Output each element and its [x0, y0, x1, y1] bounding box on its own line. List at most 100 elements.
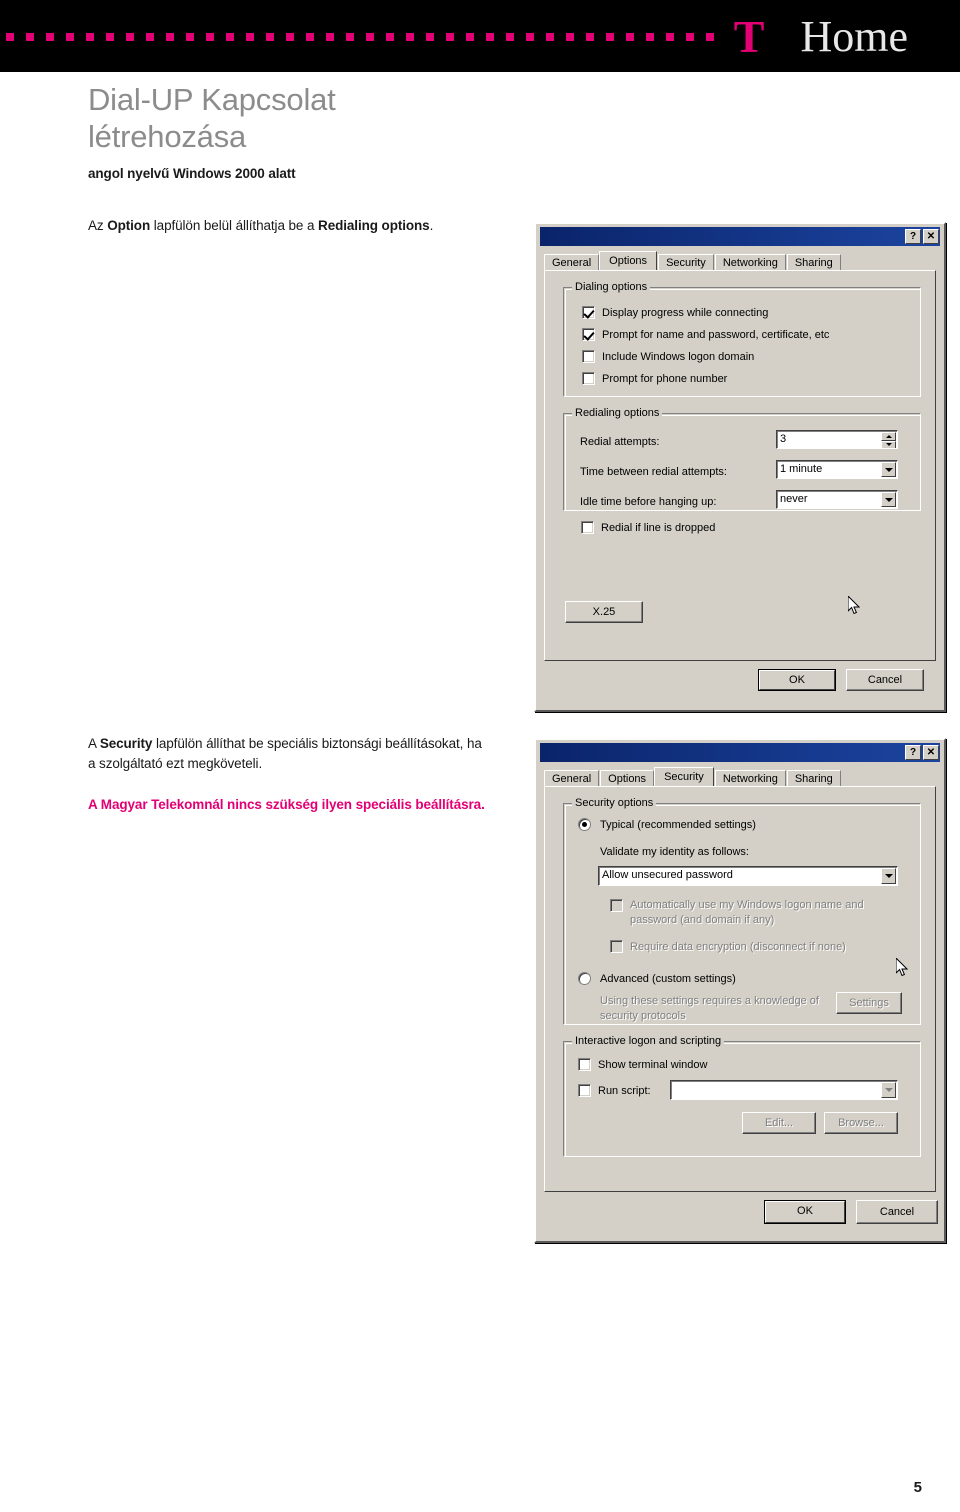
- close-icon[interactable]: ✕: [923, 229, 939, 244]
- t-home-logo: T Home: [725, 6, 916, 68]
- value-time-between-redial: 1 minute: [780, 463, 823, 475]
- select-run-script[interactable]: [670, 1080, 898, 1100]
- x25-button[interactable]: X.25: [565, 601, 643, 623]
- label-auto-logon: Automatically use my Windows logon name …: [630, 899, 864, 926]
- chevron-down-icon-validate[interactable]: [881, 868, 896, 884]
- checkbox-auto-logon[interactable]: [610, 899, 623, 912]
- checkbox-prompt-name-password[interactable]: [582, 328, 595, 341]
- label-prompt-name-password: Prompt for name and password, certificat…: [602, 329, 830, 341]
- p1-end: .: [429, 218, 434, 233]
- checkbox-require-encryption[interactable]: [610, 940, 623, 953]
- options-dialog-tabstrip[interactable]: General Options Security Networking Shar…: [544, 251, 936, 270]
- tab-networking[interactable]: Networking: [714, 770, 786, 786]
- header-dot: [126, 33, 134, 41]
- paragraph-security-intro: A Security lapfülön állíthat be speciáli…: [88, 734, 488, 775]
- t-logo-icon: T: [733, 11, 765, 62]
- security-dialog-tabstrip[interactable]: General Options Security Networking Shar…: [544, 767, 936, 786]
- security-ok-button[interactable]: OK: [764, 1200, 846, 1224]
- chevron-down-icon[interactable]: [881, 462, 896, 477]
- select-validate-identity[interactable]: Allow unsecured password: [598, 866, 898, 886]
- header-dot: [166, 33, 174, 41]
- header-dot: [566, 33, 574, 41]
- p1-mid: lapfülön belül állíthatja be a: [150, 218, 319, 233]
- label-redial-if-dropped: Redial if line is dropped: [601, 522, 716, 534]
- page-title-line1: Dial-UP Kapcsolat: [88, 82, 336, 117]
- security-cancel-button[interactable]: Cancel: [856, 1200, 938, 1224]
- options-dialog[interactable]: ? ✕ General Options Security Networking …: [534, 222, 946, 712]
- checkbox-redial-if-dropped[interactable]: [581, 521, 594, 534]
- checkbox-run-script[interactable]: [578, 1084, 591, 1097]
- radio-typical-settings[interactable]: [578, 818, 591, 831]
- label-display-progress: Display progress while connecting: [602, 307, 769, 319]
- spinner-down-icon[interactable]: [881, 440, 896, 448]
- options-cancel-button[interactable]: Cancel: [846, 669, 924, 691]
- checkbox-include-logon-domain[interactable]: [582, 350, 595, 363]
- header-dot: [6, 33, 14, 41]
- p1-bold-redialing: Redialing options: [318, 218, 430, 233]
- help-icon[interactable]: ?: [905, 745, 921, 760]
- chevron-down-icon-script[interactable]: [881, 1082, 896, 1098]
- tab-sharing[interactable]: Sharing: [786, 770, 841, 786]
- header-dot: [486, 33, 494, 41]
- select-time-between-redial[interactable]: 1 minute: [776, 460, 898, 479]
- security-dialog[interactable]: ? ✕ General Options Security Networking …: [534, 738, 946, 1243]
- paragraph-telekom-note: A Magyar Telekomnál nincs szükség ilyen …: [88, 797, 485, 812]
- redialing-options-group: Redialing options Redial attempts: 3 Tim…: [563, 407, 921, 511]
- tab-security[interactable]: Security: [654, 767, 714, 786]
- settings-button[interactable]: Settings: [836, 992, 902, 1014]
- browse-script-button[interactable]: Browse...: [824, 1112, 898, 1134]
- tab-options[interactable]: Options: [600, 770, 655, 786]
- security-tab-page: Security options Typical (recommended se…: [544, 786, 936, 1192]
- header-dot: [86, 33, 94, 41]
- select-idle-time[interactable]: never: [776, 490, 898, 509]
- brand-header-bar: T Home: [0, 0, 960, 72]
- security-dialog-titlebar[interactable]: ? ✕: [540, 743, 940, 762]
- tab-security[interactable]: Security: [658, 254, 714, 270]
- label-prompt-phone-number: Prompt for phone number: [602, 373, 728, 385]
- input-redial-attempts[interactable]: 3: [776, 430, 898, 449]
- p2-pre: A: [88, 736, 100, 751]
- header-dot: [146, 33, 154, 41]
- header-dot: [266, 33, 274, 41]
- paragraph-options-intro: Az Option lapfülön belül állíthatja be a…: [88, 216, 518, 236]
- redial-attempts-spinner[interactable]: [881, 432, 896, 448]
- page-subtitle: angol nyelvű Windows 2000 alatt: [88, 166, 296, 181]
- close-icon[interactable]: ✕: [923, 745, 939, 760]
- options-ok-button[interactable]: OK: [758, 669, 836, 691]
- options-cancel-label: Cancel: [867, 674, 903, 686]
- edit-script-button[interactable]: Edit...: [742, 1112, 816, 1134]
- tab-general[interactable]: General: [544, 254, 600, 270]
- settings-button-label: Settings: [849, 997, 889, 1009]
- tab-general[interactable]: General: [544, 770, 600, 786]
- spinner-up-icon[interactable]: [881, 432, 896, 441]
- checkbox-prompt-phone-number[interactable]: [582, 372, 595, 385]
- mouse-cursor-2: [895, 956, 909, 977]
- tab-networking[interactable]: Networking: [714, 254, 786, 270]
- header-dot: [306, 33, 314, 41]
- security-cancel-label: Cancel: [879, 1206, 915, 1218]
- tab-sharing[interactable]: Sharing: [786, 254, 841, 270]
- header-dot: [446, 33, 454, 41]
- p1-bold-option: Option: [107, 218, 151, 233]
- header-dot: [106, 33, 114, 41]
- header-dot: [46, 33, 54, 41]
- header-dot: [526, 33, 534, 41]
- chevron-down-icon-idle[interactable]: [881, 492, 896, 507]
- mouse-cursor: [847, 594, 861, 615]
- edit-script-label: Edit...: [764, 1117, 794, 1129]
- header-dot: [606, 33, 614, 41]
- label-include-logon-domain: Include Windows logon domain: [602, 351, 755, 363]
- radio-advanced-settings[interactable]: [578, 972, 591, 985]
- checkbox-show-terminal[interactable]: [578, 1058, 591, 1071]
- checkbox-display-progress[interactable]: [582, 306, 595, 319]
- header-dot: [466, 33, 474, 41]
- dialing-options-title: Dialing options: [572, 281, 651, 293]
- security-ok-label: OK: [765, 1201, 845, 1223]
- dialing-options-group: Dialing options Display progress while c…: [563, 281, 921, 397]
- header-dot: [246, 33, 254, 41]
- header-dot: [346, 33, 354, 41]
- options-dialog-titlebar[interactable]: ? ✕: [540, 227, 940, 246]
- help-icon[interactable]: ?: [905, 229, 921, 244]
- label-run-script: Run script:: [598, 1085, 651, 1097]
- tab-options[interactable]: Options: [599, 251, 658, 270]
